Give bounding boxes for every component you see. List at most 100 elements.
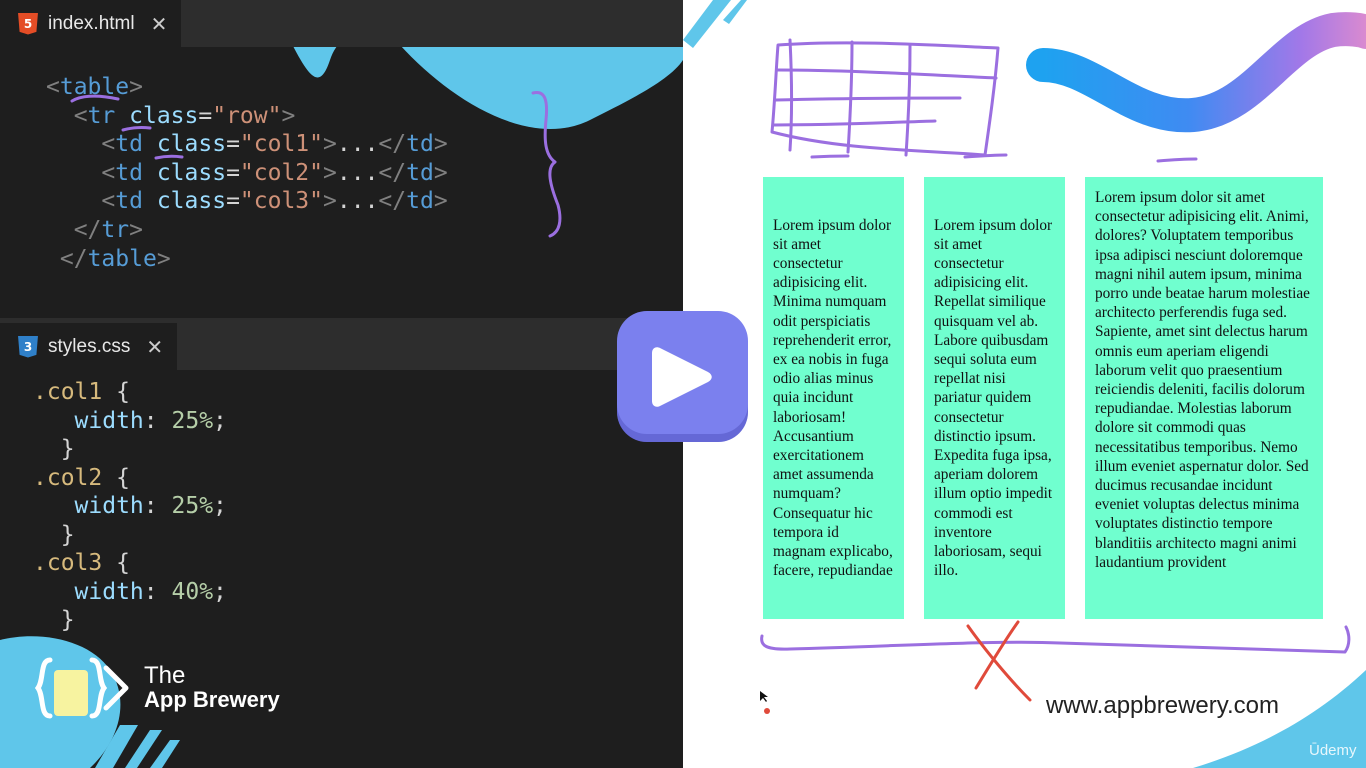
code-line: </tr> (46, 216, 448, 245)
html5-icon: 5 (18, 12, 38, 35)
code-token: tr (101, 216, 130, 243)
code-token: table (87, 245, 157, 272)
code-token: ; (213, 493, 227, 519)
code-token: < (73, 102, 88, 129)
browser-preview: Lorem ipsum dolor sit amet consectetur a… (683, 0, 1366, 768)
code-line: </table> (46, 245, 448, 274)
code-token: 25% (171, 407, 214, 434)
cell-text: Lorem ipsum dolor sit amet consectetur a… (1095, 189, 1310, 571)
css-code-block: .col1 { width: 25%; } .col2 { width: 25%;… (33, 378, 227, 635)
code-token: = (226, 131, 240, 158)
code-token: class (129, 102, 199, 129)
tab-styles-css[interactable]: 3 styles.css ✕ (0, 323, 178, 370)
code-token: = (226, 188, 240, 215)
code-line: <td class="col3">...</td> (46, 187, 447, 216)
code-token: "col2" (239, 159, 324, 186)
code-token: td (406, 159, 434, 186)
code-line: } (33, 521, 227, 550)
code-token: : (143, 407, 172, 434)
close-icon[interactable]: ✕ (146, 335, 163, 359)
code-token: .col3 (33, 550, 103, 576)
table-cell-col1: Lorem ipsum dolor sit amet consectetur a… (763, 177, 904, 619)
code-token: ... (336, 188, 379, 215)
code-token: width (74, 578, 144, 605)
code-line: width: 25%; (33, 407, 227, 436)
code-token: td (115, 131, 143, 158)
code-token: < (101, 131, 116, 158)
code-token: </ (378, 131, 407, 158)
code-token: .col1 (33, 379, 103, 405)
code-line: .col3 { (33, 549, 227, 578)
code-token: > (323, 159, 337, 186)
code-token: </ (73, 216, 102, 243)
code-line: <table> (46, 73, 448, 102)
mouse-cursor-icon (760, 691, 770, 714)
code-token: ... (336, 131, 379, 158)
code-token: { (102, 379, 130, 405)
code-token: width (74, 493, 144, 519)
code-line: width: 40%; (33, 578, 227, 607)
decorative-gradient-wave (1026, 12, 1366, 133)
code-token: td (115, 188, 143, 215)
code-line: <td class="col1">...</td> (46, 130, 447, 159)
code-token: "col3" (239, 188, 324, 215)
code-token: ; (213, 407, 227, 434)
code-token: </ (378, 159, 407, 186)
code-token: td (406, 188, 434, 215)
html-code-block: <table> <tr class="row"> <td class="col1… (46, 73, 448, 273)
code-line: <td class="col2">...</td> (46, 159, 447, 188)
code-token: { (102, 464, 130, 491)
code-line: } (33, 435, 227, 464)
code-token: > (281, 102, 296, 129)
code-token: } (33, 436, 75, 462)
code-token: > (323, 188, 337, 215)
tab-filename: index.html (48, 12, 135, 34)
code-token: class (156, 159, 227, 186)
html-tabbar: 5 index.html ✕ (0, 0, 683, 47)
close-icon[interactable]: ✕ (151, 12, 168, 36)
code-token: .col2 (33, 464, 103, 491)
website-url[interactable]: www.appbrewery.com (1046, 692, 1279, 720)
code-token: tr (87, 102, 116, 129)
code-token: } (33, 521, 75, 548)
udemy-watermark: Ūdemy (1309, 742, 1357, 759)
code-token: : (143, 493, 172, 519)
code-token: 25% (171, 493, 214, 519)
tab-index-html[interactable]: 5 index.html ✕ (0, 0, 182, 47)
code-token: { (102, 550, 130, 576)
code-line: <tr class="row"> (46, 102, 448, 131)
brand-line-name: App Brewery (144, 687, 280, 712)
code-token: class (156, 131, 227, 158)
code-token: </ (59, 245, 88, 272)
table-row-preview: Lorem ipsum dolor sit amet consectetur a… (763, 177, 1323, 619)
code-token: "row" (212, 102, 282, 129)
decorative-stripes-top (683, 0, 747, 48)
code-token: = (198, 102, 213, 129)
code-token: > (129, 216, 143, 243)
play-button[interactable] (617, 311, 748, 442)
code-token: > (129, 74, 143, 100)
code-token: 40% (171, 578, 214, 605)
code-token: : (143, 578, 172, 605)
code-token: class (156, 188, 227, 215)
code-token: table (59, 74, 130, 100)
code-token: < (101, 188, 116, 215)
play-icon (651, 346, 712, 407)
code-token: ... (336, 159, 379, 186)
code-token: < (46, 74, 60, 100)
code-token: width (74, 407, 144, 434)
tab-filename: styles.css (48, 335, 131, 357)
code-token: = (226, 159, 240, 186)
brand-line-the: The (144, 662, 186, 689)
css3-icon: 3 (18, 335, 38, 358)
